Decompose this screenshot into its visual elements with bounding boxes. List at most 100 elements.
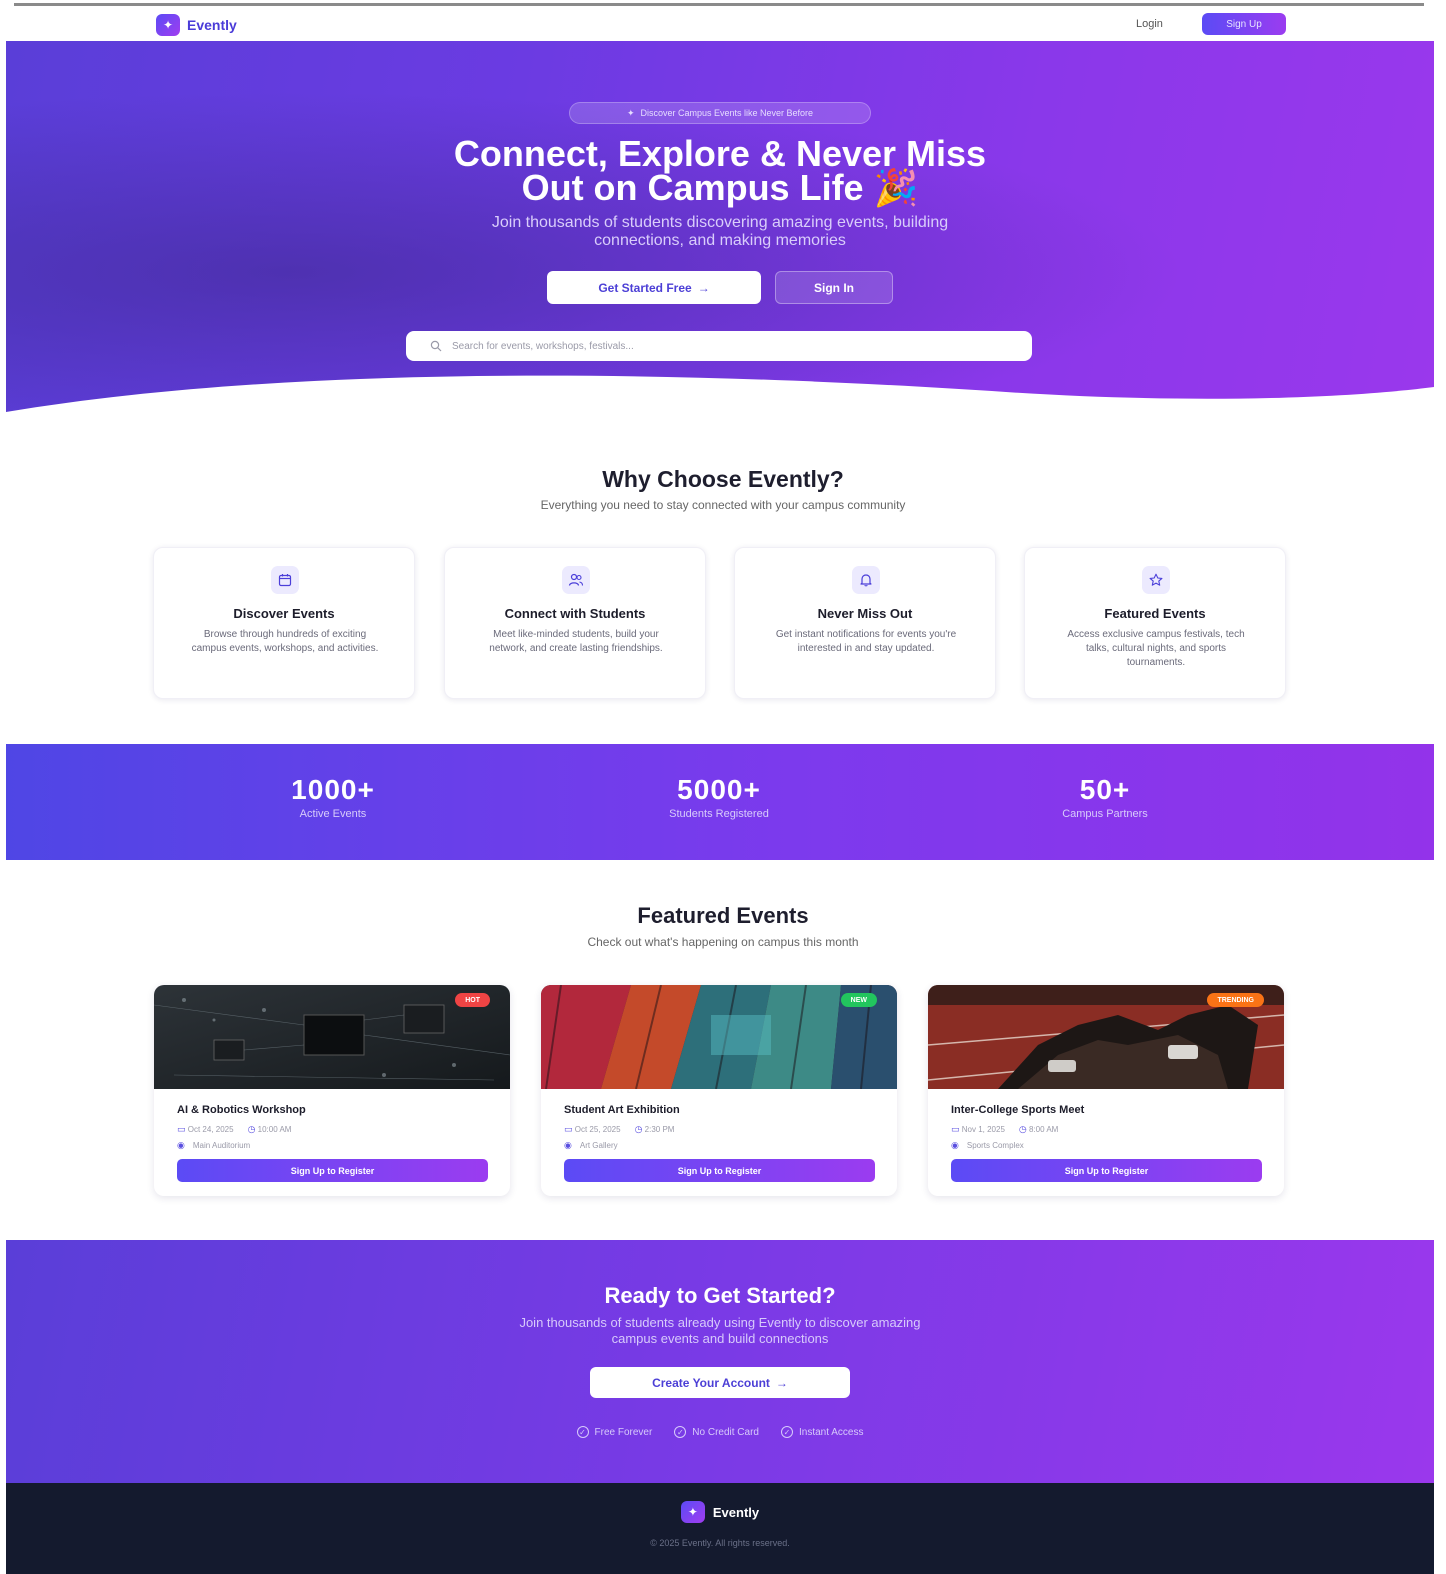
stat-label: Campus Partners: [1062, 808, 1148, 820]
feature-card-featured: Featured Events Access exclusive campus …: [1024, 547, 1286, 699]
event-datetime: ▭ Nov 1, 2025 ◷ 8:00 AM: [951, 1124, 1058, 1135]
bell-icon: [852, 566, 880, 594]
clock-icon: ◷: [1018, 1124, 1027, 1134]
create-account-label: Create Your Account: [652, 1375, 770, 1390]
cta-subtitle: Join thousands of students already using…: [426, 1315, 1014, 1347]
login-link[interactable]: Login: [1136, 18, 1163, 30]
perk-item: ✓ Free Forever: [576, 1426, 652, 1438]
status-badge: TRENDING: [1207, 993, 1264, 1007]
calendar-icon: ▭: [951, 1124, 960, 1134]
stat-students: 5000+ Students Registered: [589, 774, 849, 820]
location-pin-icon: ◉: [564, 1140, 572, 1150]
stat-value: 50+: [1079, 774, 1131, 805]
stat-value: 1000+: [291, 774, 375, 805]
search-icon: [430, 340, 442, 352]
event-card[interactable]: NEW Student Art Exhibition ▭ Oct 25, 202…: [541, 985, 897, 1196]
feature-desc: Get instant notifications for events you…: [775, 629, 957, 654]
copyright: © 2025 Evently. All rights reserved.: [650, 1538, 790, 1548]
navbar: ✦ Evently Login Sign Up: [6, 8, 1434, 41]
feature-desc: Meet like-minded students, build your ne…: [489, 629, 663, 654]
event-title: Student Art Exhibition: [564, 1104, 680, 1116]
feature-title: Featured Events: [1104, 606, 1206, 621]
event-time: 8:00 AM: [1028, 1125, 1059, 1134]
cta-section: Ready to Get Started? Join thousands of …: [6, 1240, 1434, 1483]
hero-title-line1: Connect, Explore & Never Miss: [453, 133, 987, 174]
feature-card-notify: Never Miss Out Get instant notifications…: [734, 547, 996, 699]
event-date: Oct 25, 2025: [574, 1125, 621, 1134]
status-badge: NEW: [840, 993, 877, 1007]
search-input[interactable]: [452, 340, 1012, 352]
calendar-icon: ▭: [177, 1124, 186, 1134]
perks-row: ✓ Free Forever ✓ No Credit Card ✓ Instant A…: [6, 1426, 1434, 1438]
perk-label: No Credit Card: [692, 1426, 759, 1438]
feature-title: Discover Events: [233, 606, 335, 621]
clock-icon: ◷: [634, 1124, 643, 1134]
feature-desc: Browse through hundreds of exciting camp…: [191, 629, 379, 654]
stats-banner: 1000+ Active Events 5000+ Students Regis…: [6, 744, 1434, 860]
stat-active-events: 1000+ Active Events: [203, 774, 463, 820]
event-time: 2:30 PM: [644, 1125, 675, 1134]
feature-title: Connect with Students: [504, 606, 646, 621]
hero-wave-divider: [6, 375, 1434, 426]
cta-subtitle-line1: Join thousands of students already using…: [519, 1315, 921, 1330]
event-card[interactable]: HOT AI & Robotics Workshop ▭ Oct 24, 202…: [154, 985, 510, 1196]
check-circle-icon: ✓: [674, 1426, 687, 1438]
register-button[interactable]: Sign Up to Register: [177, 1159, 488, 1182]
hero-subtitle: Join thousands of students discovering a…: [396, 214, 1044, 250]
why-title: Why Choose Evently?: [602, 466, 844, 492]
event-location: Main Auditorium: [192, 1141, 251, 1150]
register-button[interactable]: Sign Up to Register: [564, 1159, 875, 1182]
hero-pill-badge: ✦ Discover Campus Events like Never Befo…: [569, 102, 871, 124]
event-title: Inter-College Sports Meet: [951, 1104, 1085, 1116]
calendar-icon: [271, 566, 299, 594]
event-location: Art Gallery: [579, 1141, 618, 1150]
feature-card-connect: Connect with Students Meet like-minded s…: [444, 547, 706, 699]
hero-subtitle-line2: connections, and making memories: [594, 232, 846, 249]
event-time: 10:00 AM: [257, 1125, 292, 1134]
sign-in-button[interactable]: Sign In: [775, 271, 893, 304]
hero-pill-text: Discover Campus Events like Never Before: [640, 108, 814, 118]
event-location-row: ◉ Art Gallery: [564, 1140, 618, 1151]
stat-label: Active Events: [299, 808, 367, 820]
event-location-row: ◉ Sports Complex: [951, 1140, 1024, 1151]
event-datetime: ▭ Oct 24, 2025 ◷ 10:00 AM: [177, 1124, 291, 1135]
hero-title-line2: Out on Campus Life: [521, 167, 864, 208]
footer-brand[interactable]: ✦ Evently: [6, 1501, 1434, 1523]
register-button[interactable]: Sign Up to Register: [951, 1159, 1262, 1182]
event-datetime: ▭ Oct 25, 2025 ◷ 2:30 PM: [564, 1124, 674, 1135]
check-circle-icon: ✓: [576, 1426, 589, 1438]
event-title: AI & Robotics Workshop: [177, 1104, 306, 1116]
location-pin-icon: ◉: [951, 1140, 959, 1150]
get-started-label: Get Started Free: [598, 280, 692, 295]
hero-subtitle-line1: Join thousands of students discovering a…: [491, 214, 949, 231]
party-emoji-icon: 🎉: [873, 167, 919, 208]
event-date: Nov 1, 2025: [961, 1125, 1005, 1134]
footer-brand-name: Evently: [712, 1504, 760, 1520]
perk-item: ✓ No Credit Card: [674, 1426, 759, 1438]
sparkle-logo-icon: ✦: [680, 1501, 705, 1523]
sparkle-logo-icon: ✦: [156, 14, 180, 36]
stat-label: Students Registered: [669, 808, 769, 820]
event-card[interactable]: TRENDING Inter-College Sports Meet ▭ Nov…: [928, 985, 1284, 1196]
feature-title: Never Miss Out: [817, 606, 913, 621]
perk-item: ✓ Instant Access: [781, 1426, 863, 1438]
featured-title: Featured Events: [637, 903, 809, 928]
check-circle-icon: ✓: [781, 1426, 793, 1438]
status-badge: HOT: [455, 993, 490, 1007]
cta-title: Ready to Get Started?: [604, 1283, 836, 1308]
create-account-button[interactable]: Create Your Account →: [590, 1367, 850, 1398]
top-border: [14, 3, 1424, 6]
signup-button[interactable]: Sign Up: [1202, 13, 1286, 35]
perk-label: Instant Access: [799, 1426, 864, 1438]
calendar-icon: ▭: [564, 1124, 573, 1134]
brand-name: Evently: [187, 17, 237, 33]
feature-card-discover: Discover Events Browse through hundreds …: [153, 547, 415, 699]
get-started-button[interactable]: Get Started Free →: [547, 271, 761, 304]
featured-subtitle: Check out what's happening on campus thi…: [587, 935, 859, 949]
arrow-right-icon: →: [697, 280, 710, 295]
event-location: Sports Complex: [966, 1141, 1024, 1150]
why-subtitle: Everything you need to stay connected wi…: [540, 498, 906, 512]
sparkle-icon: ✦: [626, 107, 635, 118]
brand[interactable]: ✦ Evently: [156, 14, 237, 36]
stat-value: 5000+: [677, 774, 761, 805]
